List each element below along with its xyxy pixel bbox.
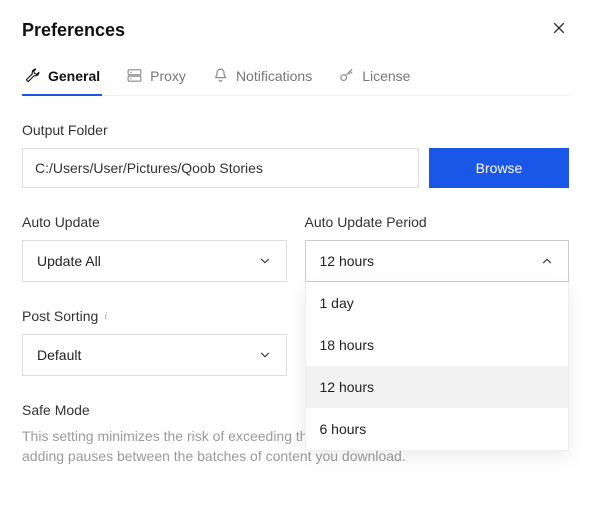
tab-label: License	[362, 68, 410, 84]
info-icon[interactable]: i	[104, 310, 107, 322]
post-sorting-value: Default	[37, 347, 81, 363]
post-sorting-label: Post Sorting i	[22, 308, 287, 324]
auto-update-period-dropdown: 1 day 18 hours 12 hours 6 hours	[305, 282, 570, 451]
bell-icon	[212, 67, 229, 84]
dropdown-option[interactable]: 18 hours	[306, 324, 569, 366]
auto-update-period-value: 12 hours	[320, 253, 374, 269]
browse-button[interactable]: Browse	[429, 148, 569, 188]
tabs: General Proxy Notifications License	[22, 61, 569, 96]
output-folder-section: Output Folder Browse	[22, 122, 569, 188]
auto-update-section: Auto Update Update All	[22, 214, 287, 282]
post-sorting-section: Post Sorting i Default	[22, 308, 287, 376]
tab-general[interactable]: General	[22, 61, 102, 96]
auto-update-value: Update All	[37, 253, 101, 269]
chevron-down-icon	[258, 254, 272, 268]
auto-update-period-select[interactable]: 12 hours	[305, 240, 570, 282]
chevron-down-icon	[258, 348, 272, 362]
tab-notifications[interactable]: Notifications	[210, 61, 314, 96]
close-icon	[552, 21, 566, 35]
auto-update-select[interactable]: Update All	[22, 240, 287, 282]
auto-update-period-section: Auto Update Period 12 hours 1 day 18 hou…	[305, 214, 570, 282]
tab-label: Proxy	[150, 68, 186, 84]
tab-proxy[interactable]: Proxy	[124, 61, 188, 96]
chevron-up-icon	[540, 254, 554, 268]
output-folder-input[interactable]	[22, 148, 419, 188]
server-icon	[126, 67, 143, 84]
auto-update-period-label: Auto Update Period	[305, 214, 570, 230]
tab-license[interactable]: License	[336, 61, 412, 96]
dropdown-option[interactable]: 1 day	[306, 282, 569, 324]
preferences-window: Preferences General Proxy Notifications …	[0, 0, 591, 487]
header: Preferences	[22, 20, 569, 41]
output-folder-label: Output Folder	[22, 122, 569, 138]
wrench-icon	[24, 67, 41, 84]
page-title: Preferences	[22, 20, 125, 41]
dropdown-option[interactable]: 12 hours	[306, 366, 569, 408]
dropdown-option[interactable]: 6 hours	[306, 408, 569, 450]
tab-label: General	[48, 68, 100, 84]
key-icon	[338, 67, 355, 84]
auto-update-label: Auto Update	[22, 214, 287, 230]
post-sorting-select[interactable]: Default	[22, 334, 287, 376]
close-button[interactable]	[549, 21, 569, 40]
tab-label: Notifications	[236, 68, 312, 84]
